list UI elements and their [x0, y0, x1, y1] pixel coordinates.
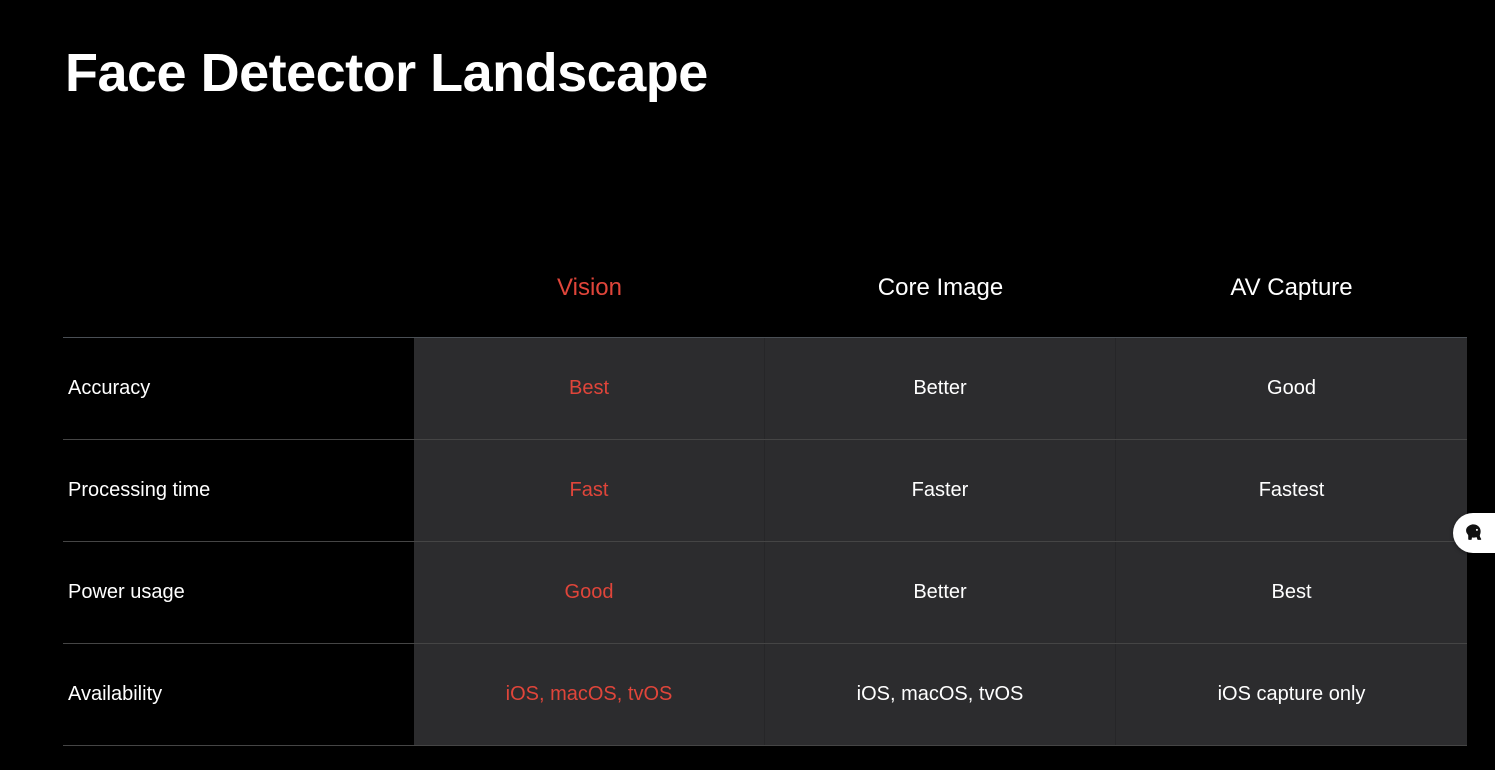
- table-cell: Better: [765, 542, 1116, 643]
- table-header-row: Vision Core Image AV Capture: [63, 238, 1467, 338]
- row-label-accuracy: Accuracy: [63, 338, 414, 439]
- column-header-vision: Vision: [557, 273, 622, 301]
- table-cell: Good: [414, 542, 765, 643]
- column-header-av-capture: AV Capture: [1230, 273, 1353, 301]
- column-header-core-image: Core Image: [877, 273, 1004, 301]
- table-cell: iOS, macOS, tvOS: [414, 644, 765, 745]
- table-cell: iOS, macOS, tvOS: [765, 644, 1116, 745]
- comparison-table: Vision Core Image AV Capture Accuracy Be…: [63, 238, 1467, 746]
- table-cell: Best: [1116, 542, 1467, 643]
- table-cell: Faster: [765, 440, 1116, 541]
- slide-title: Face Detector Landscape: [65, 43, 708, 103]
- row-label-availability: Availability: [63, 644, 414, 745]
- table-row: Processing time Fast Faster Fastest: [63, 440, 1467, 542]
- evernote-elephant-icon: [1466, 524, 1482, 540]
- table-row: Power usage Good Better Best: [63, 542, 1467, 644]
- evernote-clipper-button[interactable]: [1453, 513, 1495, 553]
- row-label-processing-time: Processing time: [63, 440, 414, 541]
- table-cell: iOS capture only: [1116, 644, 1467, 745]
- table-row: Accuracy Best Better Good: [63, 338, 1467, 440]
- table-row: Availability iOS, macOS, tvOS iOS, macOS…: [63, 644, 1467, 746]
- table-cell: Good: [1116, 338, 1467, 439]
- table-cell: Fast: [414, 440, 765, 541]
- table-cell: Best: [414, 338, 765, 439]
- row-label-power-usage: Power usage: [63, 542, 414, 643]
- table-cell: Fastest: [1116, 440, 1467, 541]
- slide: Face Detector Landscape Vision Core Imag…: [0, 0, 1495, 770]
- table-cell: Better: [765, 338, 1116, 439]
